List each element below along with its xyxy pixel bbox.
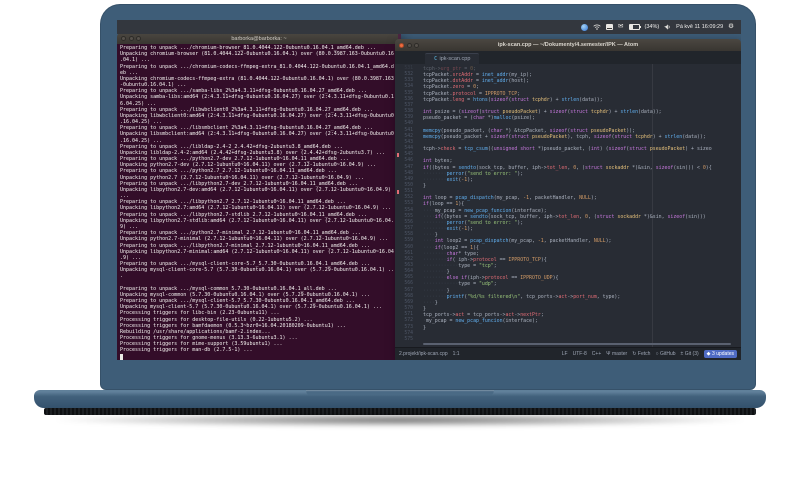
line-number-gutter: 531 532 533 534 535 536 537 538 539 540 541 542 543 5… <box>395 66 417 347</box>
atom-window: ipk-scan.cpp — ~/Dokumenty/4.semester/IP… <box>395 39 741 360</box>
status-item-master[interactable]: Ψmaster <box>606 351 627 357</box>
laptop-lid: ✉ (34%) Pá kvě 11 16:09:29 ⚙ barborka@ba… <box>100 4 756 390</box>
status-item-utf-8[interactable]: UTF-8 <box>573 351 587 357</box>
terminal-line: Unpacking python2.7-minimal (2.7.12-1ubu… <box>120 236 388 243</box>
sync-icon: ↻ <box>632 351 637 357</box>
volume-icon[interactable] <box>664 24 671 30</box>
terminal-line: Unpacking libsmbclient:amd64 (2:4.3.11+d… <box>120 131 394 138</box>
terminal-line: Unpacking libpython2.7-dev:amd64 (2.7.12… <box>120 186 391 193</box>
status-item-git-3-[interactable]: ± Git (3) <box>681 351 699 357</box>
terminal-line: Preparing to unpack .../libpython2.7-std… <box>120 211 367 218</box>
horizontal-scrollbar[interactable] <box>423 343 731 345</box>
status-right: LF UTF-8 C++ Ψmaster ↻ Fetch ○ GitHub ± Git (3) ◆ 3… <box>562 350 737 358</box>
tab-bar: C ipk-scan.cpp <box>395 51 741 64</box>
status-item-lf[interactable]: LF <box>562 351 568 357</box>
terminal-line: Preparing to unpack .../libpython2.7-min… <box>120 242 370 249</box>
laptop-base <box>34 390 766 408</box>
terminal-line: Unpacking libpython2.7-stdlib:amd64 (2.7… <box>120 217 394 224</box>
code-editor[interactable]: 531 532 533 534 535 536 537 538 539 540 541 542 543 5… <box>395 64 741 347</box>
status-item-fetch[interactable]: ↻ Fetch <box>632 351 650 357</box>
desktop: ✉ (34%) Pá kvě 11 16:09:29 ⚙ barborka@ba… <box>117 20 741 360</box>
status-file-path[interactable]: 2.projekt/ipk-scan.cpp <box>399 351 448 357</box>
terminal-line: Unpacking mysql-client-core-5.7 (5.7.30-… <box>120 267 394 274</box>
terminal-title: barborka@barborka: ~ <box>231 35 287 42</box>
status-item-github[interactable]: ○ GitHub <box>655 351 675 357</box>
session-gear-icon[interactable]: ⚙ <box>728 23 734 31</box>
status-item-c-[interactable]: C++ <box>592 351 601 357</box>
status-bar: 2.projekt/ipk-scan.cpp 1:1 LF UTF-8 C++ Ψma… <box>395 347 741 360</box>
terminal-output[interactable]: Preparing to unpack .../chromium-browser… <box>117 44 401 360</box>
indicator-app-icon[interactable] <box>581 23 589 31</box>
code-line: tcph->urg_ptr = 0; <box>423 66 477 72</box>
wrap-guide <box>652 64 653 347</box>
terminal-line: Unpacking python2.7 (2.7.12-1ubuntu0~16.… <box>120 174 364 181</box>
keyboard-layout-icon[interactable] <box>606 24 614 30</box>
cpp-file-icon: C <box>434 56 438 62</box>
battery-icon[interactable] <box>628 23 641 31</box>
top-panel: ✉ (34%) Pá kvě 11 16:09:29 ⚙ <box>117 20 741 34</box>
code-area[interactable]: tcph->urg_ptr = 0; tcpPacket.srcAddr = in… <box>417 66 741 347</box>
gutter-line-number: 575 <box>404 336 413 342</box>
laptop-shadow <box>56 413 744 427</box>
clock[interactable]: Pá kvě 11 16:09:29 <box>676 24 723 30</box>
updates-icon: ◆ <box>706 351 711 357</box>
terminal-cursor <box>120 354 123 360</box>
laptop-lid-notch <box>306 390 494 395</box>
terminal-line: Unpacking libpython2.7-minimal:amd64 (2.… <box>120 248 394 255</box>
git-branch-icon: Ψ <box>606 351 611 357</box>
mail-icon[interactable]: ✉ <box>618 23 623 31</box>
terminal-line: Preparing to unpack .../libwbclient0_2%3… <box>120 106 373 113</box>
terminal-titlebar[interactable]: barborka@barborka: ~ <box>117 33 401 44</box>
terminal-line: Unpacking chromium-browser (81.0.4044.12… <box>120 51 394 58</box>
github-icon: ○ <box>655 351 659 357</box>
terminal-window: barborka@barborka: ~ Preparing to unpack… <box>117 33 401 360</box>
wifi-icon[interactable] <box>593 24 601 30</box>
status-cursor-position[interactable]: 1:1 <box>453 351 460 357</box>
git-diff-icon: ± <box>680 351 684 357</box>
terminal-line: Preparing to unpack .../chromium-codecs-… <box>120 63 394 70</box>
tab-label: ipk-scan.cpp <box>439 56 471 62</box>
tab-ipk-scan[interactable]: C ipk-scan.cpp <box>425 53 480 64</box>
status-item-3-updates[interactable]: ◆ 3 updates <box>703 350 737 358</box>
terminal-line: Unpacking samba-libs:amd64 (2:4.3.11+dfs… <box>120 94 394 101</box>
atom-titlebar[interactable]: ipk-scan.cpp — ~/Dokumenty/4.semester/IP… <box>395 39 741 51</box>
battery-percent[interactable]: (34%) <box>645 24 660 30</box>
atom-title: ipk-scan.cpp — ~/Dokumenty/4.semester/IP… <box>497 42 639 48</box>
code-line: memcpy(pseudo_packet + sizeof(struct pse… <box>423 133 706 140</box>
code-line: tcph->check = tcp_csum((unsigned short *… <box>423 146 712 153</box>
terminal-line: Unpacking libpython2.7:amd64 (2.7.12-1ub… <box>120 205 391 212</box>
